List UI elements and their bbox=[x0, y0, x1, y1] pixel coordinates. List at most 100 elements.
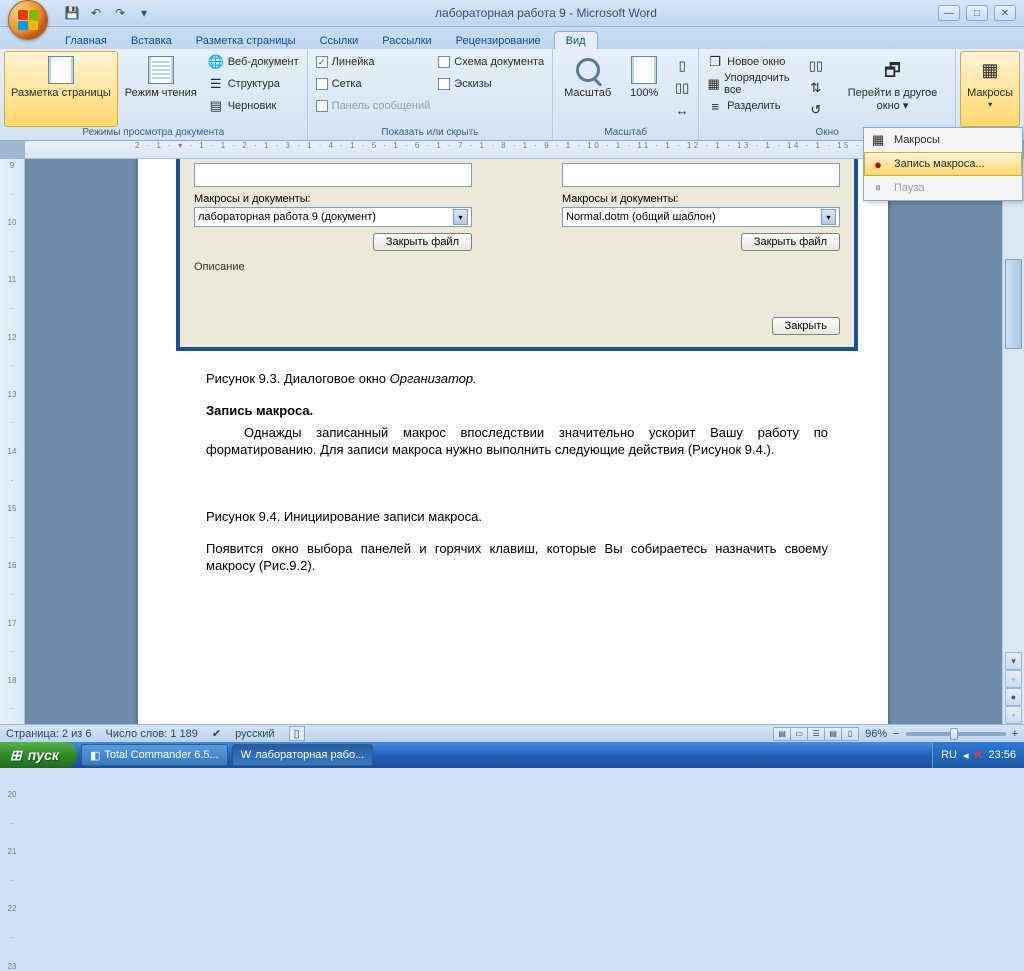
chevron-down-icon: ▾ bbox=[453, 209, 468, 225]
insert-mode-icon[interactable]: ▯ bbox=[289, 726, 305, 741]
document-area[interactable]: Макросы и документы: лабораторная работа… bbox=[25, 159, 1002, 724]
status-print-layout[interactable]: ▤ bbox=[773, 727, 791, 741]
close-button[interactable]: ✕ bbox=[994, 5, 1016, 21]
prev-page-icon[interactable]: ◦ bbox=[1005, 670, 1022, 688]
side-by-side-button[interactable]: ▯▯ bbox=[804, 55, 828, 77]
zoom-button[interactable]: Масштаб bbox=[557, 51, 618, 127]
zoom-100-button[interactable]: 100% bbox=[618, 51, 670, 127]
outline-button[interactable]: ☰Структура bbox=[204, 73, 303, 95]
windows-logo-icon: ⊞ bbox=[10, 747, 22, 764]
two-pages-button[interactable]: ▯▯ bbox=[670, 77, 694, 99]
vertical-scrollbar[interactable]: ▴ ▾ ◦ ● ◦ bbox=[1002, 159, 1024, 724]
page-width-button[interactable]: ↔ bbox=[670, 99, 694, 121]
tab-references[interactable]: Ссылки bbox=[309, 32, 370, 49]
qat-customize-icon[interactable]: ▾ bbox=[134, 3, 154, 23]
next-page-icon[interactable]: ◦ bbox=[1005, 706, 1022, 724]
status-web-layout[interactable]: ☰ bbox=[807, 727, 825, 741]
zoom-out-icon[interactable]: − bbox=[893, 728, 899, 740]
vertical-ruler[interactable]: 9·10·11·12·13·14·15·16·17·18·19·20·21·22… bbox=[0, 159, 25, 724]
switch-windows-button[interactable]: 🗗 Перейти в другое окно ▾ bbox=[834, 51, 951, 127]
macros-button[interactable]: ▦ Макросы ▾ bbox=[960, 51, 1020, 127]
tab-page-layout[interactable]: Разметка страницы bbox=[185, 32, 307, 49]
tray-arrow-icon[interactable]: ◂ bbox=[963, 749, 969, 762]
split-icon: ≡ bbox=[707, 98, 723, 114]
dialog-left-list[interactable] bbox=[194, 163, 472, 187]
maximize-button[interactable]: □ bbox=[966, 5, 988, 21]
office-button[interactable] bbox=[8, 0, 48, 40]
gridlines-checkbox[interactable]: Сетка bbox=[312, 73, 435, 95]
tray-clock[interactable]: 23:56 bbox=[988, 749, 1016, 761]
pause-icon: ⏸ bbox=[870, 180, 886, 196]
switch-windows-icon: 🗗 bbox=[877, 55, 907, 85]
draft-button[interactable]: ▤Черновик bbox=[204, 95, 303, 117]
document-map-checkbox[interactable]: Схема документа bbox=[434, 51, 548, 73]
status-read-mode[interactable]: ▭ bbox=[790, 727, 808, 741]
record-icon: ● bbox=[870, 156, 886, 172]
dialog-close-button[interactable]: Закрыть bbox=[772, 317, 840, 335]
status-draft[interactable]: ▯ bbox=[841, 727, 859, 741]
status-view-buttons: ▤ ▭ ☰ ▤ ▯ bbox=[774, 727, 859, 741]
tab-home[interactable]: Главная bbox=[54, 32, 118, 49]
cap93-text: Рисунок 9.3. Диалоговое окно bbox=[206, 371, 390, 386]
redo-icon[interactable]: ↷ bbox=[110, 3, 130, 23]
horizontal-ruler[interactable]: 2 · 1 · ▾ · 1 · 1 · 2 · 1 · 3 · 1 · 4 · … bbox=[25, 141, 1002, 159]
kaspersky-icon[interactable]: K bbox=[975, 749, 983, 761]
split-button[interactable]: ≡Разделить bbox=[703, 95, 798, 117]
status-page[interactable]: Страница: 2 из 6 bbox=[6, 728, 92, 740]
one-page-button[interactable]: ▯ bbox=[670, 55, 694, 77]
dialog-right-select[interactable]: Normal.dotm (общий шаблон)▾ bbox=[562, 207, 840, 227]
quick-access-toolbar: 💾 ↶ ↷ ▾ bbox=[62, 3, 154, 23]
reading-mode-label: Режим чтения bbox=[125, 87, 197, 100]
status-zoom[interactable]: 96% bbox=[865, 728, 887, 740]
close-file-left-button[interactable]: Закрыть файл bbox=[373, 233, 472, 251]
tab-view[interactable]: Вид bbox=[554, 31, 598, 49]
thumbnails-checkbox[interactable]: Эскизы bbox=[434, 73, 548, 95]
globe-icon: 🌐 bbox=[208, 54, 224, 70]
minimize-button[interactable]: — bbox=[938, 5, 960, 21]
spell-check-icon[interactable]: ✔ bbox=[212, 727, 221, 740]
status-language[interactable]: русский bbox=[235, 728, 274, 740]
dialog-left-select[interactable]: лабораторная работа 9 (документ)▾ bbox=[194, 207, 472, 227]
web-layout-button[interactable]: 🌐 Веб-документ bbox=[204, 51, 303, 73]
save-icon[interactable]: 💾 bbox=[62, 3, 82, 23]
macros-menu-view[interactable]: ▦Макросы bbox=[864, 128, 1022, 152]
window-controls: — □ ✕ bbox=[938, 5, 1016, 21]
arrange-all-button[interactable]: ▦Упорядочить все bbox=[703, 73, 798, 95]
zoom-label: Масштаб bbox=[564, 87, 611, 100]
reset-position-button[interactable]: ↺ bbox=[804, 99, 828, 121]
magnifier-icon bbox=[573, 55, 603, 85]
sync-scroll-button[interactable]: ⇅ bbox=[804, 77, 828, 99]
dialog-left-label: Макросы и документы: bbox=[194, 193, 472, 205]
taskbar-item-tc[interactable]: ◧Total Commander 6.5... bbox=[81, 744, 228, 766]
page-100-icon bbox=[629, 55, 659, 85]
status-word-count[interactable]: Число слов: 1 189 bbox=[106, 728, 198, 740]
title-bar: 💾 ↶ ↷ ▾ лабораторная работа 9 - Microsof… bbox=[0, 0, 1024, 27]
scroll-down-icon[interactable]: ▾ bbox=[1005, 652, 1022, 670]
reading-mode-button[interactable]: Режим чтения bbox=[118, 51, 204, 127]
tab-insert[interactable]: Вставка bbox=[120, 32, 183, 49]
web-layout-label: Веб-документ bbox=[228, 56, 299, 68]
print-layout-button[interactable]: Разметка страницы bbox=[4, 51, 118, 127]
tab-mailings[interactable]: Рассылки bbox=[371, 32, 442, 49]
scroll-thumb[interactable] bbox=[1005, 259, 1022, 349]
zoom-slider[interactable] bbox=[906, 732, 1006, 736]
dialog-right-list[interactable] bbox=[562, 163, 840, 187]
keyboard-layout[interactable]: RU bbox=[941, 749, 957, 761]
tab-review[interactable]: Рецензирование bbox=[445, 32, 552, 49]
page-width-icon: ↔ bbox=[674, 102, 690, 118]
undo-icon[interactable]: ↶ bbox=[86, 3, 106, 23]
zoom-slider-knob[interactable] bbox=[950, 728, 958, 740]
start-button[interactable]: ⊞пуск bbox=[0, 742, 77, 768]
new-window-button[interactable]: ❒Новое окно bbox=[703, 51, 798, 73]
ruler-checkbox[interactable]: ✓Линейка bbox=[312, 51, 435, 73]
macros-menu-record[interactable]: ●Запись макроса... bbox=[864, 152, 1022, 176]
status-outline[interactable]: ▤ bbox=[824, 727, 842, 741]
ribbon-tabs: Главная Вставка Разметка страницы Ссылки… bbox=[0, 27, 1024, 49]
taskbar-item-word[interactable]: Wлабораторная рабо... bbox=[232, 744, 374, 766]
ruler-label: Линейка bbox=[332, 56, 375, 68]
browse-object-icon[interactable]: ● bbox=[1005, 688, 1022, 706]
close-file-right-button[interactable]: Закрыть файл bbox=[741, 233, 840, 251]
page: Макросы и документы: лабораторная работа… bbox=[138, 159, 888, 724]
dialog-right-value: Normal.dotm (общий шаблон) bbox=[566, 211, 716, 223]
zoom-in-icon[interactable]: + bbox=[1012, 728, 1018, 740]
